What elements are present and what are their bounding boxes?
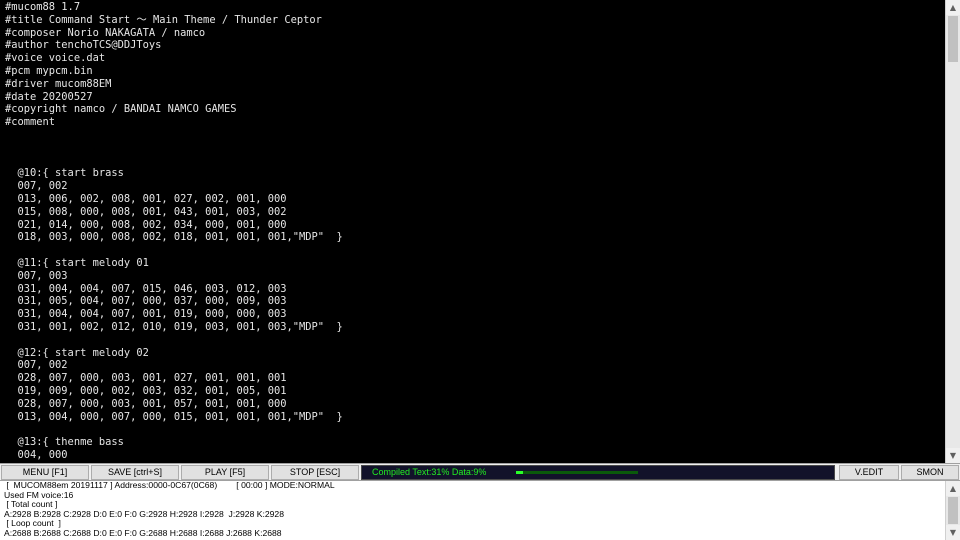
voice-edit-button[interactable]: V.EDIT [839, 465, 899, 480]
compile-status-panel: Compiled Text:31% Data:9% [361, 465, 835, 480]
log-scrollbar-thumb[interactable] [948, 497, 958, 524]
smon-button[interactable]: SMON [901, 465, 959, 480]
code-editor[interactable]: #mucom88 1.7 #title Command Start ～ Main… [0, 0, 945, 463]
scroll-up-arrow-icon[interactable]: ▲ [946, 0, 960, 15]
scroll-down-arrow-icon[interactable]: ▼ [946, 448, 960, 463]
toolbar: MENU [F1] SAVE [ctrl+S] PLAY [F5] STOP [… [0, 463, 960, 481]
log-scroll-down-arrow-icon[interactable]: ▼ [946, 525, 960, 540]
save-button[interactable]: SAVE [ctrl+S] [91, 465, 179, 480]
play-button[interactable]: PLAY [F5] [181, 465, 269, 480]
menu-button[interactable]: MENU [F1] [1, 465, 89, 480]
compile-progress-fill [516, 471, 524, 474]
compile-log-panel[interactable]: [ MUCOM88em 20191117 ] Address:0000-0C67… [0, 481, 945, 540]
compile-progress-bar [516, 471, 638, 474]
code-text[interactable]: #mucom88 1.7 #title Command Start ～ Main… [0, 0, 945, 462]
editor-vertical-scrollbar[interactable]: ▲ ▼ [945, 0, 960, 463]
stop-button[interactable]: STOP [ESC] [271, 465, 359, 480]
compile-log-text: [ MUCOM88em 20191117 ] Address:0000-0C67… [4, 481, 335, 538]
log-vertical-scrollbar[interactable]: ▲ ▼ [945, 481, 960, 540]
compile-status-text: Compiled Text:31% Data:9% [372, 467, 487, 477]
scrollbar-thumb[interactable] [948, 16, 958, 62]
log-scroll-up-arrow-icon[interactable]: ▲ [946, 481, 960, 496]
